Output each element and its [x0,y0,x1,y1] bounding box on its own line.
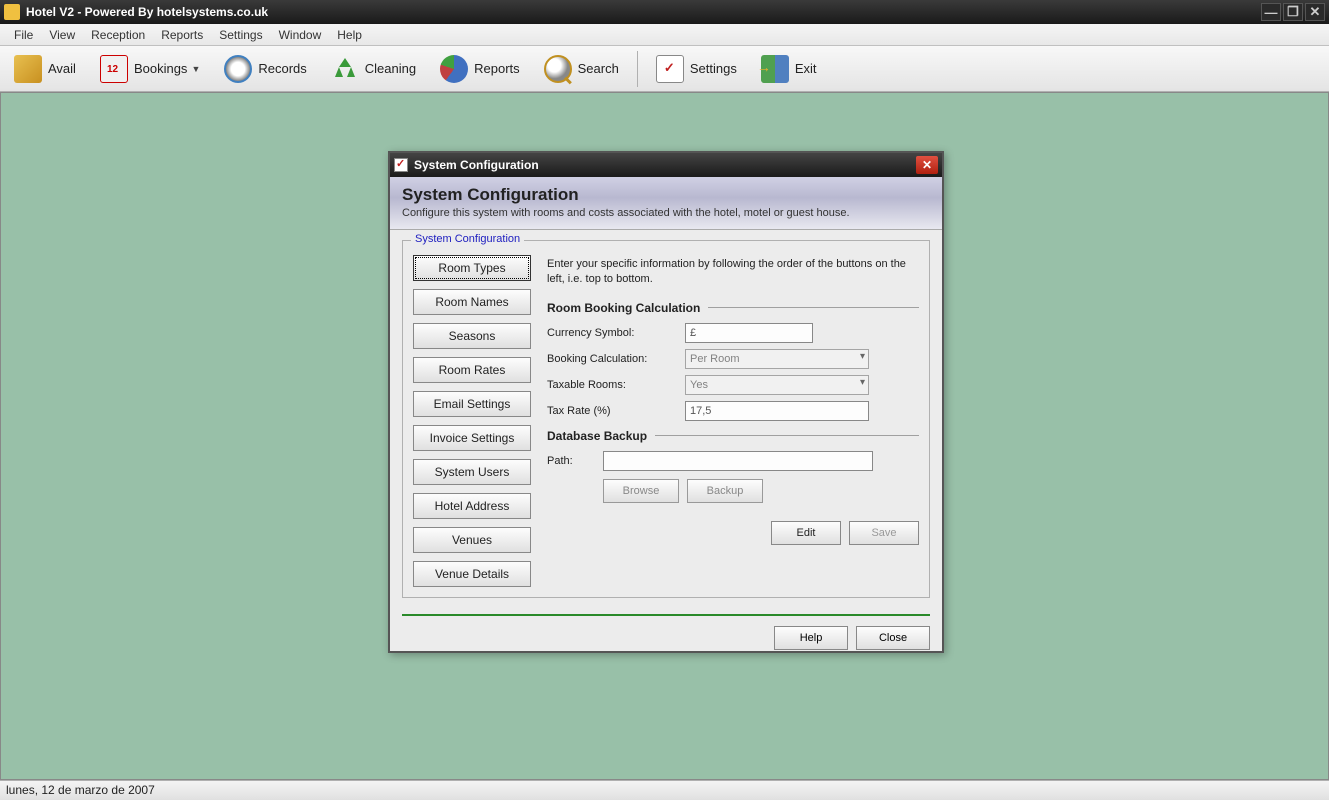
main-titlebar: Hotel V2 - Powered By hotelsystems.co.uk… [0,0,1329,24]
menu-help[interactable]: Help [329,26,370,44]
toolbar-reports-label: Reports [474,61,520,76]
minimize-button[interactable]: — [1261,3,1281,21]
nav-room-names[interactable]: Room Names [413,289,531,315]
menu-settings[interactable]: Settings [211,26,270,44]
section-backup: Database Backup [547,429,919,443]
section-divider [708,307,919,308]
toolbar-separator [637,51,638,87]
taxrate-label: Tax Rate (%) [547,405,685,417]
toolbar-settings[interactable]: Settings [648,51,745,87]
menu-reports[interactable]: Reports [153,26,211,44]
currency-input[interactable] [685,323,813,343]
path-label: Path: [547,455,603,467]
config-content: Enter your specific information by follo… [547,255,919,587]
toolbar-cleaning-label: Cleaning [365,61,416,76]
statusbar: lunes, 12 de marzo de 2007 [0,780,1329,800]
dialog-header-title: System Configuration [402,185,930,205]
calc-label: Booking Calculation: [547,353,685,365]
config-nav: Room Types Room Names Seasons Room Rates… [413,255,531,587]
currency-label: Currency Symbol: [547,327,685,339]
dialog-title: System Configuration [414,158,916,172]
toolbar-bookings[interactable]: Bookings ▼ [92,51,208,87]
records-icon [224,55,252,83]
nav-invoice-settings[interactable]: Invoice Settings [413,425,531,451]
section-divider [655,435,919,436]
dialog-header: System Configuration Configure this syst… [390,177,942,230]
toolbar-reports[interactable]: Reports [432,51,528,87]
app-icon [4,4,20,20]
exit-icon [761,55,789,83]
taxable-label: Taxable Rooms: [547,379,685,391]
menu-view[interactable]: View [41,26,83,44]
search-icon [544,55,572,83]
calc-select[interactable]: Per Room [685,349,869,369]
toolbar-exit[interactable]: Exit [753,51,825,87]
settings-icon [656,55,684,83]
dialog-titlebar[interactable]: System Configuration ✕ [390,153,942,177]
dialog-footer: Help Close [390,616,942,660]
menu-reception[interactable]: Reception [83,26,153,44]
nav-venues[interactable]: Venues [413,527,531,553]
maximize-button[interactable]: ❐ [1283,3,1303,21]
system-configuration-dialog: System Configuration ✕ System Configurat… [388,151,944,653]
dialog-icon [394,158,408,172]
menu-window[interactable]: Window [271,26,330,44]
nav-room-types[interactable]: Room Types [413,255,531,281]
nav-room-rates[interactable]: Room Rates [413,357,531,383]
status-date: lunes, 12 de marzo de 2007 [6,783,155,797]
nav-system-users[interactable]: System Users [413,459,531,485]
menubar: File View Reception Reports Settings Win… [0,24,1329,46]
intro-text: Enter your specific information by follo… [547,257,919,287]
section-backup-label: Database Backup [547,429,647,443]
dialog-close-button[interactable]: ✕ [916,156,938,174]
toolbar-exit-label: Exit [795,61,817,76]
taxrate-input[interactable] [685,401,869,421]
backup-button[interactable]: Backup [687,479,763,503]
close-button[interactable]: ✕ [1305,3,1325,21]
calendar-icon [100,55,128,83]
section-booking-calc: Room Booking Calculation [547,301,919,315]
section-booking-label: Room Booking Calculation [547,301,700,315]
nav-seasons[interactable]: Seasons [413,323,531,349]
close-dialog-button[interactable]: Close [856,626,930,650]
toolbar-bookings-label: Bookings [134,61,187,76]
fieldset-legend: System Configuration [411,233,524,245]
nav-venue-details[interactable]: Venue Details [413,561,531,587]
nav-email-settings[interactable]: Email Settings [413,391,531,417]
recycle-icon [331,55,359,83]
browse-button[interactable]: Browse [603,479,679,503]
piechart-icon [440,55,468,83]
toolbar-avail-label: Avail [48,61,76,76]
window-title: Hotel V2 - Powered By hotelsystems.co.uk [26,5,1261,19]
edit-button[interactable]: Edit [771,521,841,545]
taxable-select[interactable]: Yes [685,375,869,395]
dialog-header-subtitle: Configure this system with rooms and cos… [402,207,930,219]
toolbar-avail[interactable]: Avail [6,51,84,87]
chevron-down-icon: ▼ [191,64,200,74]
toolbar-cleaning[interactable]: Cleaning [323,51,424,87]
toolbar-records[interactable]: Records [216,51,314,87]
help-button[interactable]: Help [774,626,848,650]
avail-icon [14,55,42,83]
workspace: System Configuration ✕ System Configurat… [0,92,1329,780]
toolbar-search[interactable]: Search [536,51,627,87]
path-input[interactable] [603,451,873,471]
nav-hotel-address[interactable]: Hotel Address [413,493,531,519]
config-fieldset: System Configuration Room Types Room Nam… [402,240,930,598]
toolbar: Avail Bookings ▼ Records Cleaning Report… [0,46,1329,92]
dialog-body: System Configuration Room Types Room Nam… [390,230,942,608]
toolbar-search-label: Search [578,61,619,76]
menu-file[interactable]: File [6,26,41,44]
toolbar-records-label: Records [258,61,306,76]
save-button[interactable]: Save [849,521,919,545]
toolbar-settings-label: Settings [690,61,737,76]
